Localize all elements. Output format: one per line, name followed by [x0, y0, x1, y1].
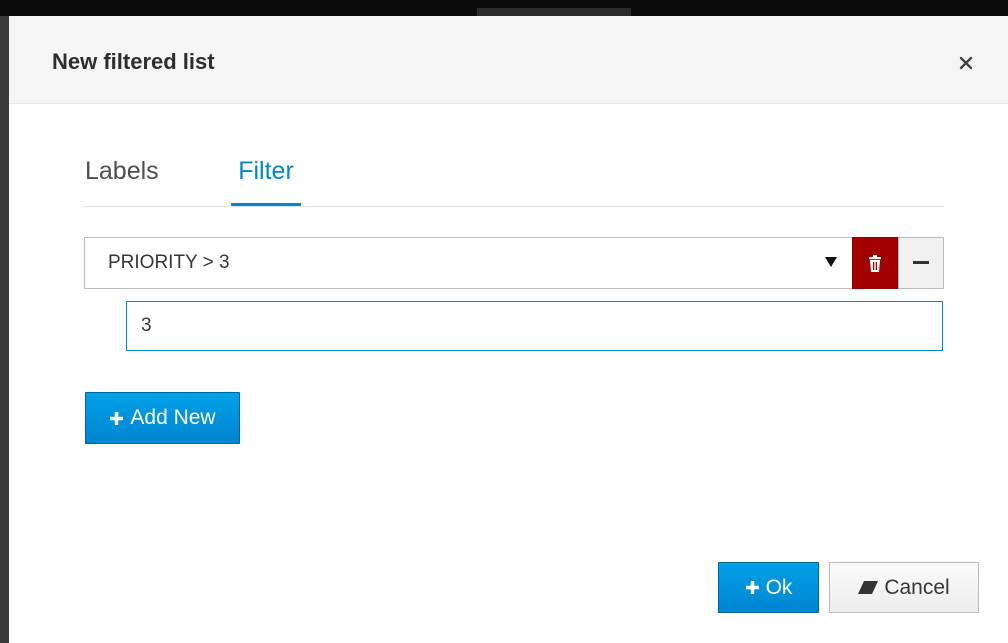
- add-new-button[interactable]: Add New: [85, 392, 240, 444]
- cancel-label: Cancel: [884, 575, 950, 599]
- eraser-icon: [858, 581, 879, 594]
- new-filtered-list-dialog: New filtered list Labels Filter PRIORITY…: [9, 16, 1008, 643]
- tab-labels[interactable]: Labels: [85, 151, 175, 206]
- ok-button[interactable]: Ok: [718, 562, 819, 613]
- plus-icon: [109, 411, 124, 426]
- collapse-filter-button[interactable]: [898, 237, 944, 289]
- dialog-title: New filtered list: [52, 49, 215, 74]
- tab-filter[interactable]: Filter: [231, 151, 301, 206]
- close-icon: [959, 56, 973, 70]
- filter-row: PRIORITY > 3: [84, 237, 944, 289]
- close-button[interactable]: [953, 50, 979, 76]
- ok-label: Ok: [765, 575, 793, 599]
- caret-down-icon: [825, 257, 837, 267]
- plus-icon: [745, 580, 760, 595]
- filter-select-value: PRIORITY > 3: [108, 252, 230, 273]
- add-new-label: Add New: [130, 406, 216, 429]
- background-window-tab: [477, 8, 631, 16]
- filter-select[interactable]: PRIORITY > 3: [84, 237, 853, 289]
- filter-value-input[interactable]: [126, 301, 943, 351]
- trash-icon: [869, 254, 881, 272]
- cancel-button[interactable]: Cancel: [829, 562, 979, 613]
- delete-filter-button[interactable]: [852, 237, 898, 289]
- dialog-header: New filtered list: [9, 16, 1008, 104]
- minus-icon: [913, 261, 929, 264]
- dialog-tabs: Labels Filter: [84, 151, 944, 207]
